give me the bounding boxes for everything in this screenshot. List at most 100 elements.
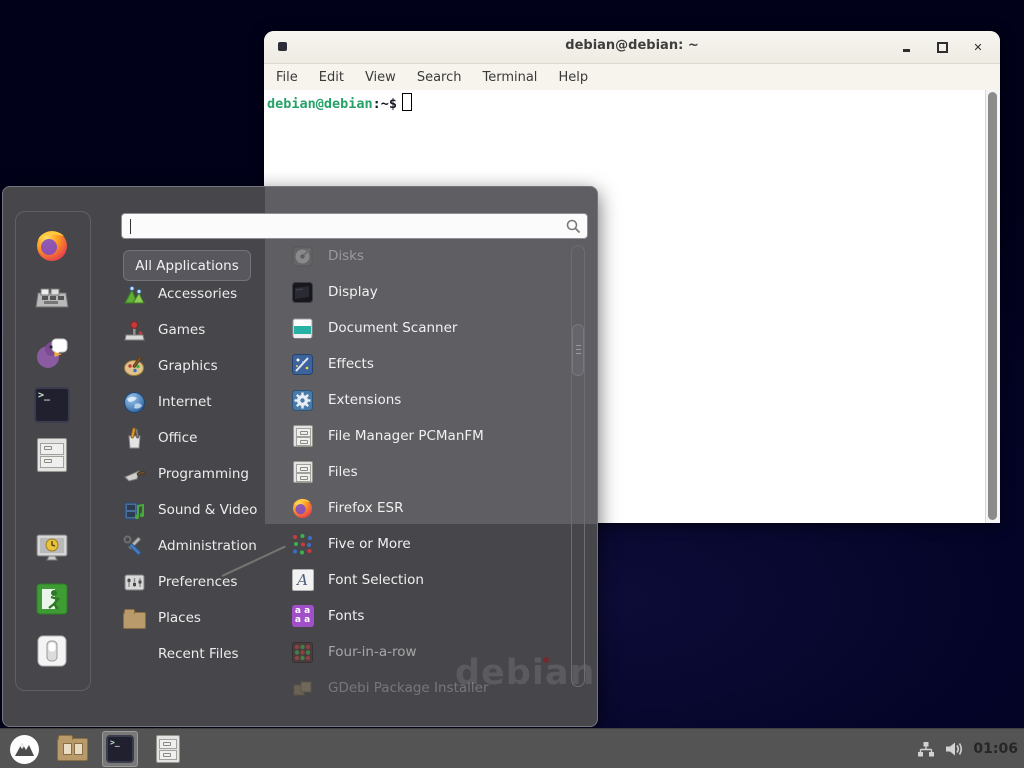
close-icon: ✕ xyxy=(973,42,982,53)
effects-icon xyxy=(291,353,314,376)
display-icon xyxy=(291,281,314,304)
taskbar-terminal[interactable]: >_ xyxy=(102,731,138,767)
terminal-menubar: File Edit View Search Terminal Help xyxy=(264,64,1000,90)
app-label: Document Scanner xyxy=(328,320,457,336)
category-label: Administration xyxy=(158,538,257,554)
app-files[interactable]: Files xyxy=(291,456,561,488)
terminal-titlebar[interactable]: debian@debian: ~ ✕ xyxy=(264,31,1000,64)
app-label: Files xyxy=(328,464,358,480)
app-label: Font Selection xyxy=(328,572,424,588)
menu-item-edit[interactable]: Edit xyxy=(319,70,344,85)
category-accessories[interactable]: Accessories xyxy=(123,278,281,310)
app-fonts[interactable]: a aa a Fonts xyxy=(291,600,561,632)
category-recent-files[interactable]: Recent Files xyxy=(123,638,281,670)
app-label: File Manager PCManFM xyxy=(328,428,484,444)
five-or-more-icon xyxy=(291,533,314,556)
gdebi-icon xyxy=(291,677,314,700)
menu-button[interactable] xyxy=(6,731,42,767)
app-label: Display xyxy=(328,284,378,300)
app-gdebi-package-installer[interactable]: GDebi Package Installer xyxy=(291,672,561,704)
favorite-screensaver[interactable] xyxy=(34,530,70,566)
app-file-manager-pcmanfm[interactable]: File Manager PCManFM xyxy=(291,420,561,452)
file-manager-pcmanfm-icon xyxy=(293,425,313,447)
app-five-or-more[interactable]: Five or More xyxy=(291,528,561,560)
logout-icon xyxy=(34,581,70,617)
app-firefox-esr[interactable]: Firefox ESR xyxy=(291,492,561,524)
category-label: Places xyxy=(158,610,201,626)
category-label: Internet xyxy=(158,394,212,410)
taskbar-clock[interactable]: 01:06 xyxy=(973,741,1018,757)
app-label: Firefox ESR xyxy=(328,500,403,516)
app-label: Disks xyxy=(328,248,364,264)
pidgin-icon xyxy=(34,335,70,371)
app-disks[interactable]: Disks xyxy=(291,240,561,272)
fonts-icon: a aa a xyxy=(292,605,314,627)
favorite-software-manager[interactable] xyxy=(34,281,70,317)
category-label: Graphics xyxy=(158,358,218,374)
category-office[interactable]: Office xyxy=(123,422,281,454)
app-effects[interactable]: Effects xyxy=(291,348,561,380)
menu-item-view[interactable]: View xyxy=(365,70,396,85)
files-taskbar-icon xyxy=(156,735,180,763)
category-all-applications[interactable]: All Applications xyxy=(123,250,251,281)
menu-item-search[interactable]: Search xyxy=(417,70,462,85)
category-graphics[interactable]: Graphics xyxy=(123,350,281,382)
places-icon xyxy=(123,612,146,629)
close-button[interactable]: ✕ xyxy=(972,41,984,53)
network-icon[interactable] xyxy=(917,740,935,758)
app-label: Effects xyxy=(328,356,374,372)
menu-item-terminal[interactable]: Terminal xyxy=(482,70,537,85)
taskbar-file-manager-pcmanfm[interactable] xyxy=(54,731,90,767)
maximize-button[interactable] xyxy=(936,41,948,53)
category-label: Preferences xyxy=(158,574,237,590)
programming-icon xyxy=(123,463,146,486)
shutdown-icon xyxy=(34,633,70,669)
category-internet[interactable]: Internet xyxy=(123,386,281,418)
games-icon xyxy=(123,319,146,342)
desktop: debian@debian: ~ ✕ File Edit View Search… xyxy=(0,0,1024,768)
terminal-cursor xyxy=(402,93,412,111)
internet-icon xyxy=(123,391,146,414)
extensions-icon xyxy=(291,389,314,412)
app-label: Extensions xyxy=(328,392,401,408)
administration-icon xyxy=(123,535,146,558)
prompt-suffix: :~$ xyxy=(373,96,397,112)
screensaver-icon xyxy=(34,530,70,566)
favorite-logout[interactable] xyxy=(34,581,70,617)
favorite-terminal[interactable]: >_ xyxy=(34,387,70,423)
app-list-scrollbar-thumb[interactable] xyxy=(572,324,584,376)
category-places[interactable]: Places xyxy=(123,602,281,634)
all-applications-label: All Applications xyxy=(135,258,239,274)
favorite-pidgin[interactable] xyxy=(34,335,70,371)
category-programming[interactable]: Programming xyxy=(123,458,281,490)
app-list-scrollbar[interactable] xyxy=(571,245,585,687)
graphics-icon xyxy=(123,355,146,378)
favorite-firefox[interactable] xyxy=(34,228,70,264)
app-font-selection[interactable]: A Font Selection xyxy=(291,564,561,596)
search-input[interactable] xyxy=(121,213,588,239)
menu-item-help[interactable]: Help xyxy=(558,70,588,85)
taskbar: >_ 01:06 xyxy=(0,728,1024,768)
sound-video-icon xyxy=(123,499,146,522)
category-sound-video[interactable]: Sound & Video xyxy=(123,494,281,526)
menu-item-file[interactable]: File xyxy=(276,70,298,85)
app-extensions[interactable]: Extensions xyxy=(291,384,561,416)
favorite-file-manager[interactable] xyxy=(34,437,70,473)
terminal-taskbar-icon: >_ xyxy=(106,735,134,763)
prompt-user-host: debian@debian xyxy=(267,96,373,112)
app-four-in-a-row[interactable]: Four-in-a-row xyxy=(291,636,561,668)
taskbar-files[interactable] xyxy=(150,731,186,767)
minimize-button[interactable] xyxy=(900,41,912,53)
category-games[interactable]: Games xyxy=(123,314,281,346)
maximize-icon xyxy=(937,42,948,53)
volume-icon[interactable] xyxy=(944,740,964,758)
category-label: Accessories xyxy=(158,286,237,302)
app-display[interactable]: Display xyxy=(291,276,561,308)
terminal-scrollbar[interactable] xyxy=(985,90,1000,523)
category-label: Games xyxy=(158,322,205,338)
terminal-scrollbar-thumb[interactable] xyxy=(988,92,997,520)
category-preferences[interactable]: Preferences xyxy=(123,566,281,598)
app-document-scanner[interactable]: Document Scanner xyxy=(291,312,561,344)
disks-icon xyxy=(291,245,314,268)
favorite-shutdown[interactable] xyxy=(34,633,70,669)
